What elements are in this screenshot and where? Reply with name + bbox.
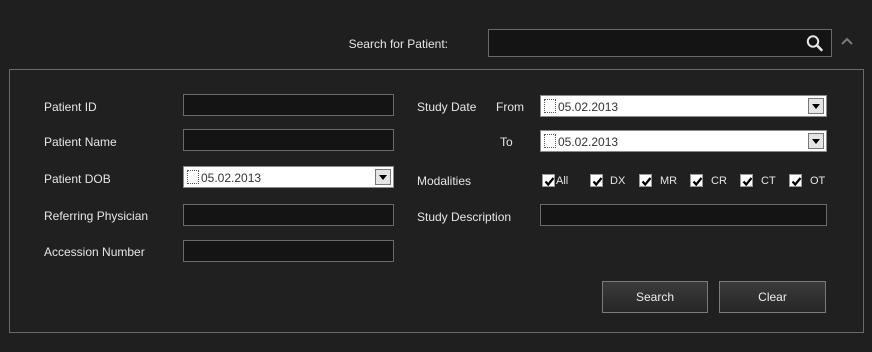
modality-checkbox-mr[interactable] xyxy=(639,174,652,187)
accession-number-field[interactable] xyxy=(183,240,394,262)
patient-dob-picker[interactable]: 05.02.2013 xyxy=(183,166,394,188)
patient-name-label: Patient Name xyxy=(44,135,117,149)
search-for-patient-label: Search for Patient: xyxy=(348,37,448,51)
date-enable-checkbox[interactable] xyxy=(187,170,199,184)
study-date-to-picker[interactable]: 05.02.2013 xyxy=(540,130,827,152)
to-date-value: 05.02.2013 xyxy=(558,135,619,149)
referring-physician-input[interactable] xyxy=(184,205,393,225)
date-enable-checkbox[interactable] xyxy=(544,134,556,148)
search-button[interactable]: Search xyxy=(602,281,708,313)
modality-checkbox-dx[interactable] xyxy=(590,174,603,187)
accession-number-input[interactable] xyxy=(184,241,393,261)
from-label: From xyxy=(496,100,524,114)
modality-label-dx: DX xyxy=(610,175,626,187)
modality-label-ct: CT xyxy=(761,175,776,187)
patient-search-input[interactable] xyxy=(495,34,799,54)
patient-search-field[interactable] xyxy=(488,29,832,57)
referring-physician-field[interactable] xyxy=(183,204,394,226)
patient-name-field[interactable] xyxy=(183,129,394,151)
modality-label-ot: OT xyxy=(810,175,826,187)
from-date-value: 05.02.2013 xyxy=(558,100,619,114)
patient-id-label: Patient ID xyxy=(44,100,97,114)
patient-dob-value: 05.02.2013 xyxy=(201,171,262,185)
chevron-up-icon[interactable] xyxy=(838,34,856,48)
study-date-label: Study Date xyxy=(417,100,477,114)
modality-checkbox-ct[interactable] xyxy=(740,174,753,187)
patient-id-field[interactable] xyxy=(183,94,394,116)
dropdown-arrow-icon[interactable] xyxy=(808,98,824,114)
patient-dob-label: Patient DOB xyxy=(44,172,111,186)
study-description-field[interactable] xyxy=(540,204,827,226)
patient-name-input[interactable] xyxy=(184,130,393,150)
dropdown-arrow-icon[interactable] xyxy=(375,169,391,185)
magnifier-icon[interactable] xyxy=(805,34,825,52)
modalities-label: Modalities xyxy=(417,174,472,188)
modality-label-mr: MR xyxy=(660,175,678,187)
study-description-input[interactable] xyxy=(541,205,826,225)
study-date-from-picker[interactable]: 05.02.2013 xyxy=(540,95,827,117)
modality-checkbox-all[interactable] xyxy=(542,174,555,187)
date-enable-checkbox[interactable] xyxy=(544,99,556,113)
clear-button[interactable]: Clear xyxy=(719,281,826,313)
referring-physician-label: Referring Physician xyxy=(44,209,149,223)
patient-id-input[interactable] xyxy=(184,95,393,115)
study-description-label: Study Description xyxy=(417,210,512,224)
accession-number-label: Accession Number xyxy=(44,245,145,259)
modality-checkbox-cr[interactable] xyxy=(690,174,703,187)
modality-label-cr: CR xyxy=(711,175,727,187)
modality-checkbox-ot[interactable] xyxy=(789,174,802,187)
dropdown-arrow-icon[interactable] xyxy=(808,133,824,149)
to-label: To xyxy=(500,135,513,149)
modality-label-all: All xyxy=(556,175,569,187)
